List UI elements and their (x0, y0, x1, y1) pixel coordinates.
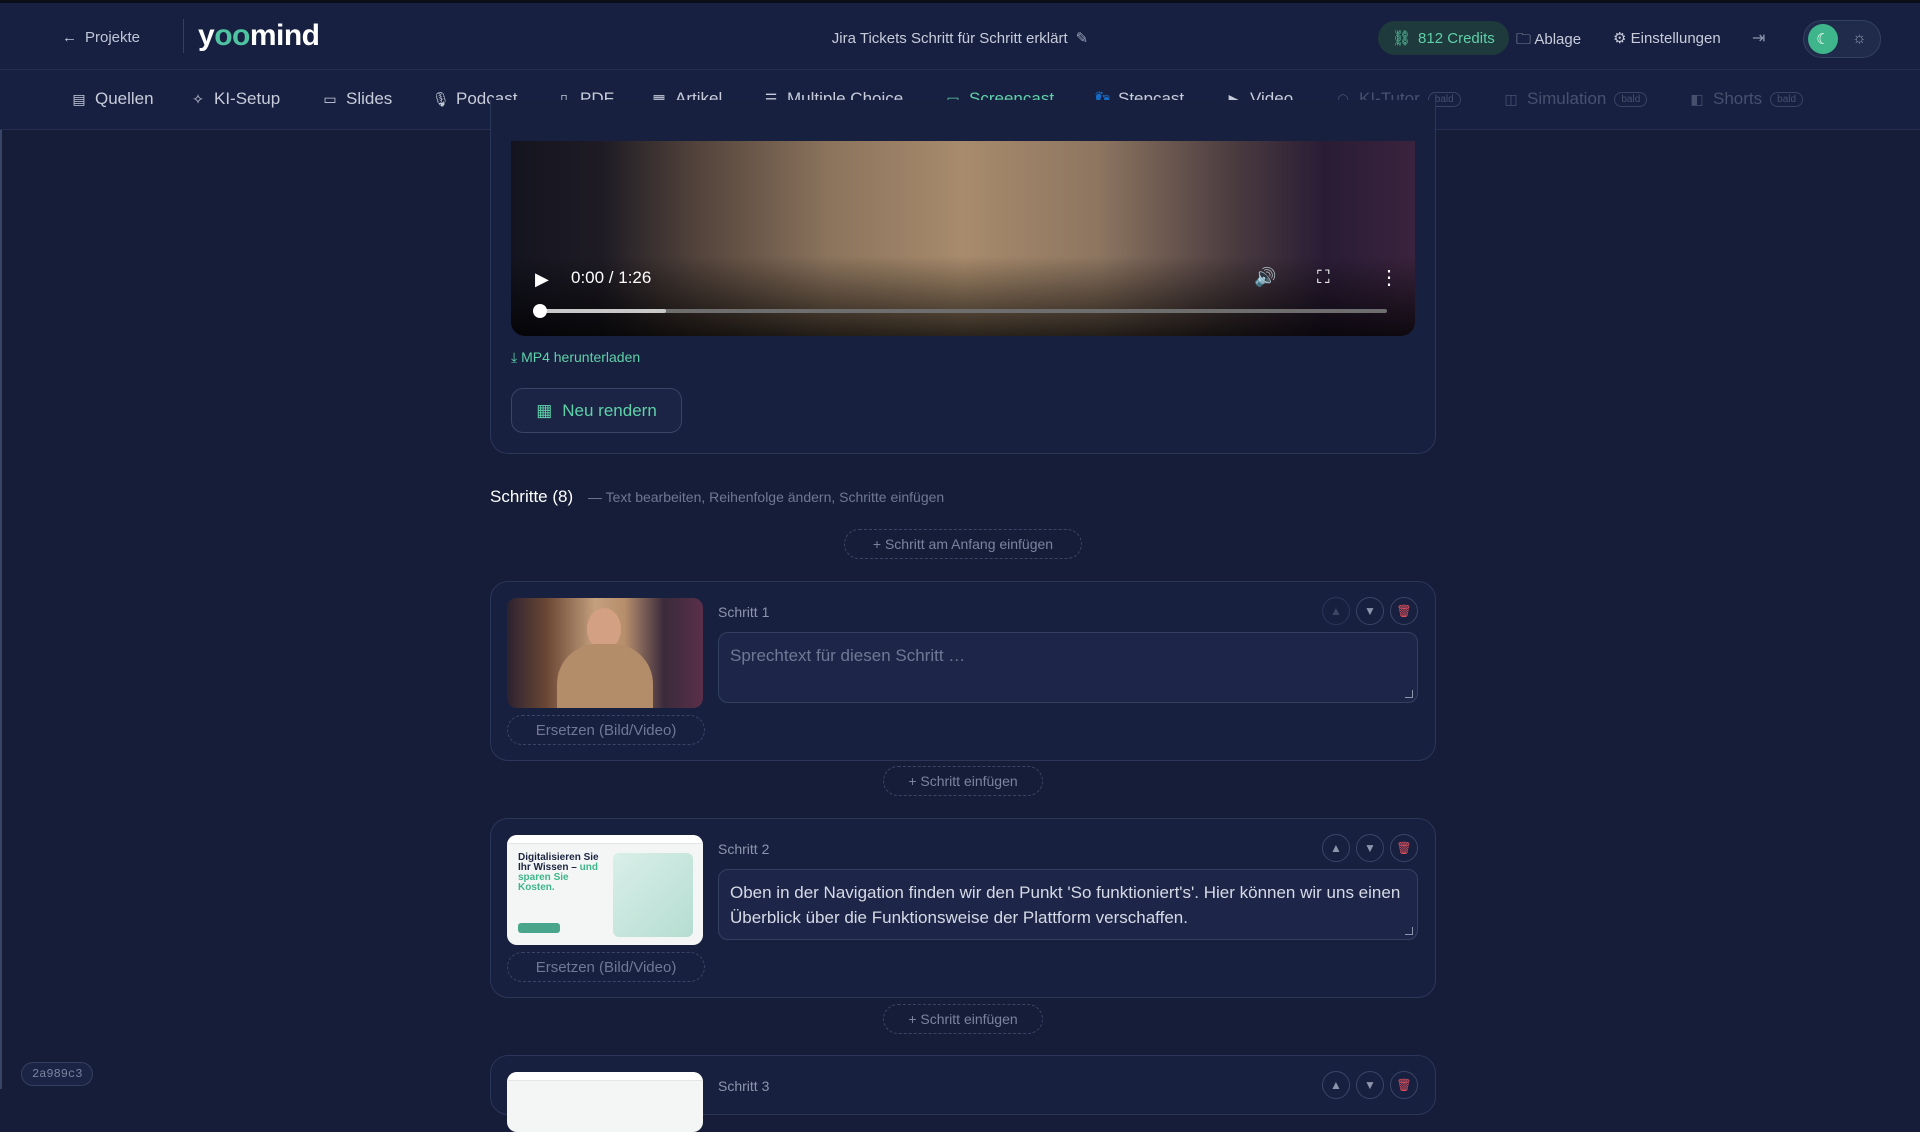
step-thumbnail (507, 1072, 703, 1132)
resize-handle[interactable] (1405, 690, 1413, 698)
folder-icon: 🗀 (1516, 31, 1532, 48)
settings-button[interactable]: ⚙ Einstellungen (1613, 29, 1721, 47)
video-player[interactable]: ▶ 0:00 / 1:26 🔊 ⛶ ⋮ (511, 141, 1415, 336)
download-mp4-link[interactable]: ⤓ MP4 herunterladen (511, 349, 640, 366)
moon-icon[interactable]: ☾ (1808, 24, 1838, 54)
soon-badge: bald (1614, 91, 1648, 107)
trash-icon[interactable]: 🗑 (1390, 597, 1418, 625)
volume-icon[interactable]: 🔊 (1254, 267, 1276, 288)
speech-text-input[interactable]: Oben in der Navigation finden wir den Pu… (718, 869, 1418, 940)
tab-ki-setup[interactable]: ✧ KI-Setup (190, 89, 280, 109)
step-label: Schritt 3 (718, 1078, 770, 1094)
clapperboard-icon: ◧ (1690, 90, 1704, 107)
insert-step-button[interactable]: + Schritt einfügen (883, 1004, 1043, 1034)
resize-handle[interactable] (1405, 927, 1413, 935)
move-down-icon[interactable]: ▼ (1356, 1071, 1384, 1099)
step-label: Schritt 2 (718, 841, 770, 857)
project-title-text: Jira Tickets Schritt für Schritt erklärt (831, 30, 1068, 47)
pencil-icon[interactable]: ✎ (1076, 30, 1089, 47)
ablage-label: Ablage (1534, 31, 1582, 48)
more-options-icon[interactable]: ⋮ (1379, 265, 1399, 290)
steps-heading: Schritte (8) (490, 487, 574, 506)
step-thumbnail: Digitalisieren Sie Ihr Wissen – und spar… (507, 835, 703, 945)
thumb-nav-bar (507, 835, 703, 844)
move-up-icon[interactable]: ▲ (1322, 834, 1350, 862)
thumb-heading: Digitalisieren Sie Ihr Wissen – und spar… (518, 852, 599, 893)
video-seek-handle[interactable] (533, 304, 547, 318)
download-icon: ⤓ (511, 349, 518, 365)
step-card: Ersetzen (Bild/Video) Schritt 1 ▲ ▼ 🗑 Sp… (490, 581, 1436, 761)
trash-icon[interactable]: 🗑 (1390, 834, 1418, 862)
play-icon[interactable]: ▶ (535, 269, 549, 290)
speech-text-input[interactable]: Sprechtext für diesen Schritt … (718, 632, 1418, 703)
thumb-person-body (557, 644, 653, 708)
tab-shorts: ◧ Shorts bald (1689, 89, 1804, 109)
build-hash-badge: 2a989c3 (21, 1062, 94, 1086)
move-down-icon[interactable]: ▼ (1356, 597, 1384, 625)
gear-icon: ⚙ (1613, 30, 1627, 47)
steps-subtitle: — Text bearbeiten, Reihenfolge ändern, S… (588, 489, 945, 505)
video-buffer (539, 309, 667, 313)
gamepad-icon: ◫ (1504, 90, 1518, 107)
step-thumbnail (507, 598, 703, 708)
logout-icon[interactable]: ⇥ (1752, 28, 1765, 48)
film-icon: ▦ (536, 400, 553, 420)
credits-badge[interactable]: ⛓ 812 Credits (1378, 21, 1509, 55)
move-down-icon[interactable]: ▼ (1356, 834, 1384, 862)
ablage-button[interactable]: 🗀 Ablage (1516, 29, 1581, 54)
settings-label: Einstellungen (1630, 30, 1721, 47)
presentation-icon: ▭ (323, 90, 337, 107)
theme-toggle[interactable]: ☾ ☼ (1803, 20, 1881, 58)
insert-step-button[interactable]: + Schritt einfügen (883, 766, 1043, 796)
step-label: Schritt 1 (718, 604, 770, 620)
scroll-edge (0, 130, 2, 1089)
replace-media-button[interactable]: Ersetzen (Bild/Video) (507, 952, 705, 982)
fullscreen-icon[interactable]: ⛶ (1317, 267, 1330, 288)
document-icon: ▤ (72, 90, 86, 107)
speech-text-value: Oben in der Navigation finden wir den Pu… (730, 883, 1401, 927)
tab-quellen[interactable]: ▤ Quellen (71, 89, 153, 109)
top-bar: ← Projekte yoomind Jira Tickets Schritt … (0, 0, 1920, 70)
move-up-icon: ▲ (1322, 597, 1350, 625)
link-icon: ⛓ (1392, 30, 1412, 47)
thumb-cta (518, 923, 560, 933)
tab-simulation: ◫ Simulation bald (1503, 89, 1648, 109)
move-up-icon[interactable]: ▲ (1322, 1071, 1350, 1099)
trash-icon[interactable]: 🗑 (1390, 1071, 1418, 1099)
video-seek-bar[interactable] (539, 309, 1387, 313)
rerender-button[interactable]: ▦ Neu rendern (511, 388, 682, 433)
soon-badge: bald (1770, 91, 1804, 107)
step-card: Schritt 3 ▲ ▼ 🗑 (490, 1055, 1436, 1132)
thumb-nav-bar (507, 1072, 703, 1081)
replace-media-button[interactable]: Ersetzen (Bild/Video) (507, 715, 705, 745)
insert-step-at-start-button[interactable]: + Schritt am Anfang einfügen (844, 529, 1082, 559)
rerender-label: Neu rendern (562, 400, 657, 420)
microphone-icon: 🎙 (432, 90, 450, 107)
speech-text-placeholder: Sprechtext für diesen Schritt … (730, 646, 966, 665)
sun-icon[interactable]: ☼ (1852, 30, 1867, 48)
thumb-illustration (613, 853, 693, 937)
sparkles-icon: ✧ (192, 90, 204, 107)
step-card: Digitalisieren Sie Ihr Wissen – und spar… (490, 818, 1436, 998)
credits-label: 812 Credits (1418, 29, 1495, 47)
video-time: 0:00 / 1:26 (571, 268, 652, 287)
tab-slides[interactable]: ▭ Slides (322, 89, 392, 109)
